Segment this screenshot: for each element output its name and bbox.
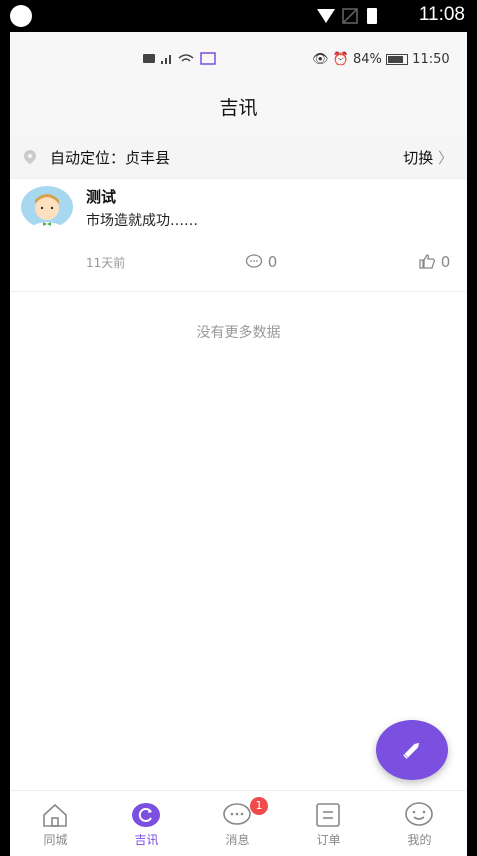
compose-button[interactable]: [376, 720, 448, 780]
app-screen: 👁 ⏰ 84% 11:50 吉讯 自动定位：贞丰县 切换 〉 测试 市场造就成功…: [10, 32, 467, 856]
status-icons: [317, 8, 377, 24]
comment-count: 0: [267, 253, 278, 271]
inner-status-bar: 👁 ⏰ 84% 11:50: [10, 32, 467, 90]
app-status-icon: [200, 52, 216, 65]
face-icon: [405, 802, 433, 826]
eye-icon: 👁: [312, 52, 329, 67]
location-bar: 自动定位：贞丰县 切换 〉: [10, 136, 467, 179]
nav-item-orders[interactable]: 订单: [283, 791, 374, 856]
pencil-icon: [403, 742, 420, 759]
bottom-nav: 同城 吉讯 1 消息 订单 我的: [10, 790, 467, 856]
nav-item-profile[interactable]: 我的: [374, 791, 465, 856]
signal-icon: [169, 55, 171, 64]
wifi-small-icon: [178, 54, 194, 59]
avatar-icon: [29, 194, 65, 228]
comment-icon: [245, 254, 263, 268]
list-end-text: 没有更多数据: [196, 325, 281, 341]
post-author: 测试: [86, 188, 117, 206]
chevron-right-icon: 〉: [437, 149, 453, 167]
thumbs-up-icon: [419, 254, 435, 269]
location-label: 自动定位：贞丰县: [50, 149, 171, 167]
like-button[interactable]: 0: [418, 253, 450, 271]
alarm-icon: ⏰: [332, 52, 349, 67]
nav-item-home[interactable]: 同城: [10, 791, 101, 856]
nav-item-messages[interactable]: 1 消息: [192, 791, 283, 856]
status-time: 11:08: [418, 4, 465, 25]
page-title: 吉讯: [219, 97, 258, 119]
battery-icon: [367, 8, 377, 24]
message-badge: 1: [250, 797, 268, 815]
location-pin-icon: [21, 147, 39, 165]
notification-dot-icon: [10, 5, 32, 27]
battery-small-icon: [386, 54, 409, 65]
page-header: 吉讯: [10, 90, 467, 136]
outer-status-bar: 11:08: [0, 0, 477, 32]
order-icon: [316, 803, 340, 827]
inner-status-right: 👁 ⏰ 84% 11:50: [312, 52, 450, 67]
like-count: 0: [440, 253, 451, 271]
switch-location-button[interactable]: 切换 〉: [403, 147, 453, 168]
refresh-icon: [132, 803, 160, 827]
post-time: 11天前: [86, 256, 126, 270]
comment-button[interactable]: 0: [245, 253, 277, 271]
post-item[interactable]: 测试 市场造就成功…… 11天前 0 0: [10, 179, 467, 292]
wifi-icon: [317, 9, 335, 23]
house-icon: [43, 803, 67, 827]
avatar[interactable]: [21, 186, 73, 228]
chat-icon: [223, 803, 251, 825]
post-content: 市场造就成功……: [86, 213, 198, 229]
nav-item-jixun[interactable]: 吉讯: [101, 791, 192, 856]
network-icons: [143, 52, 216, 65]
hd-icon: [143, 54, 155, 63]
